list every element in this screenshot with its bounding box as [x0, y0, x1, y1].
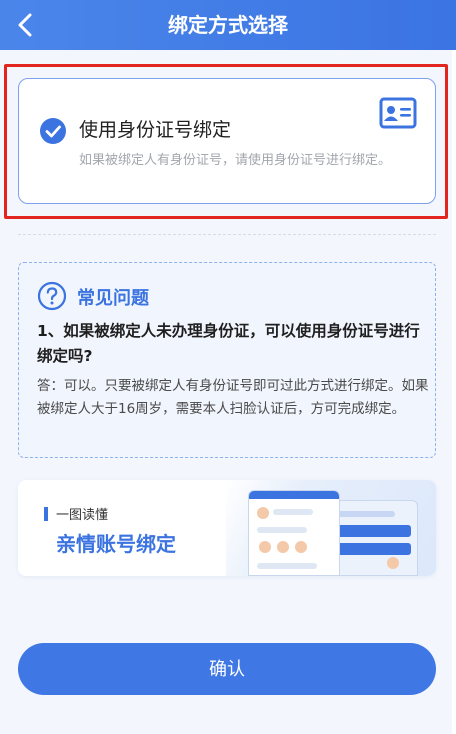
banner-phone-mockup-front — [248, 490, 340, 576]
top-nav-bar: 绑定方式选择 — [0, 0, 456, 50]
banner-kicker: 一图读懂 — [56, 508, 109, 523]
option-title: 使用身份证号绑定 — [79, 119, 232, 141]
section-divider — [18, 234, 436, 235]
page-title: 绑定方式选择 — [168, 13, 288, 37]
id-number-binding-option[interactable]: 使用身份证号绑定 如果被绑定人有身份证号，请使用身份证号进行绑定。 — [18, 78, 436, 204]
faq-answer: 答：可以。只要被绑定人有身份证号即可过此方式进行绑定。如果被绑定人大于16周岁，… — [37, 378, 429, 417]
faq-title: 常见问题 — [77, 288, 149, 309]
check-circle-icon — [40, 118, 66, 144]
faq-section: 常见问题 1、如果被绑定人未办理身份证，可以使用身份证号进行绑定吗? 答：可以。… — [18, 262, 436, 458]
confirm-button[interactable]: 确认 — [18, 643, 436, 695]
page-edge — [452, 50, 456, 734]
banner-accent-bar — [44, 507, 48, 521]
id-card-icon — [379, 97, 417, 129]
banner-title: 亲情账号绑定 — [56, 532, 176, 556]
family-account-guide-banner[interactable]: 一图读懂 亲情账号绑定 — [18, 480, 436, 576]
faq-question: 1、如果被绑定人未办理身份证，可以使用身份证号进行绑定吗? — [37, 322, 420, 365]
option-description: 如果被绑定人有身份证号，请使用身份证号进行绑定。 — [79, 153, 392, 168]
question-circle-icon — [37, 281, 67, 311]
